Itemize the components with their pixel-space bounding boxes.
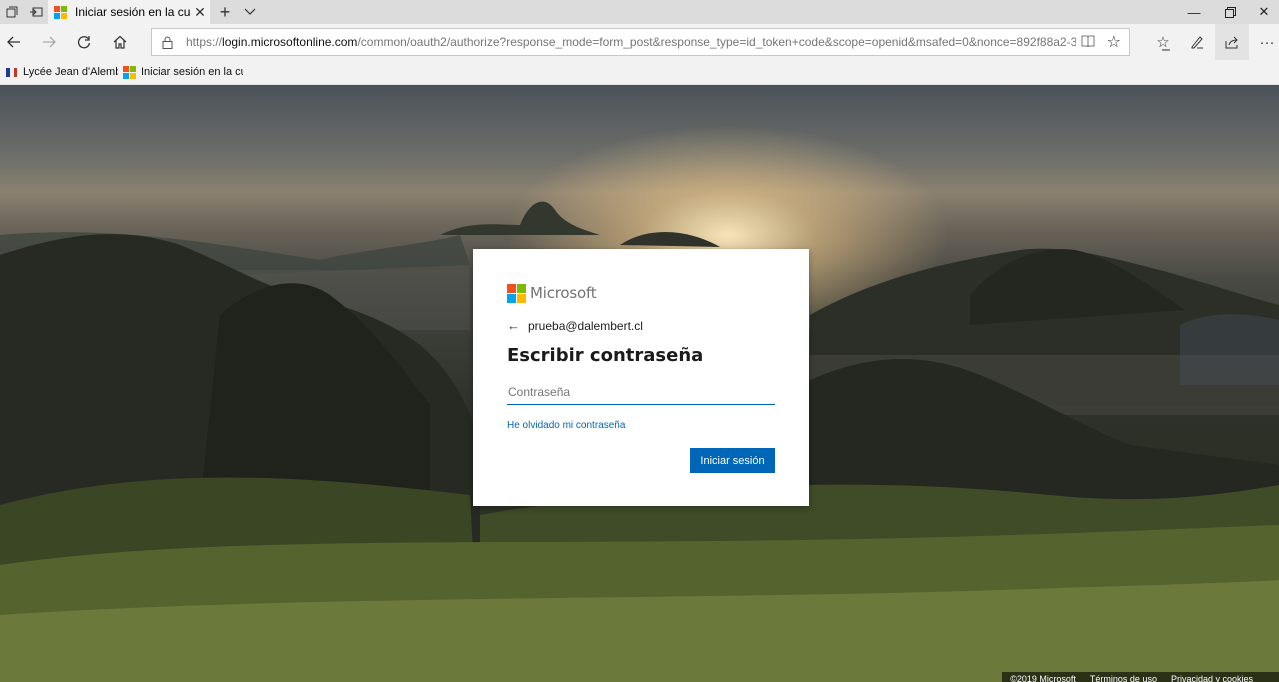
arrow-left-icon bbox=[7, 36, 20, 48]
login-card: Microsoft ← prueba@dalembert.cl Escribir… bbox=[473, 249, 809, 506]
reading-view-icon[interactable] bbox=[1081, 35, 1095, 50]
footer-privacy-link[interactable]: Privacidad y cookies bbox=[1171, 672, 1253, 682]
restore-button[interactable] bbox=[1212, 0, 1248, 24]
chevron-down-icon bbox=[244, 8, 256, 15]
favorite-label: Lycée Jean d'Alember bbox=[23, 66, 118, 78]
favorites-bar: Lycée Jean d'Alember Iniciar sesión en l… bbox=[0, 60, 1279, 85]
flag-icon bbox=[5, 66, 18, 79]
forgot-password-link[interactable]: He olvidado mi contraseña bbox=[507, 420, 775, 431]
footer-terms-link[interactable]: Términos de uso bbox=[1090, 672, 1157, 682]
close-window-button[interactable]: ✕ bbox=[1246, 0, 1279, 24]
identity-banner[interactable]: ← prueba@dalembert.cl bbox=[507, 318, 775, 333]
plus-icon: + bbox=[219, 1, 231, 22]
pen-icon bbox=[1191, 36, 1203, 49]
identity-email: prueba@dalembert.cl bbox=[528, 318, 643, 333]
tab-title: Iniciar sesión en la cuen bbox=[75, 5, 190, 19]
url-path: /common/oauth2/authorize?response_mode=f… bbox=[357, 35, 1076, 49]
microsoft-logo-icon bbox=[54, 5, 67, 19]
url-scheme: https:// bbox=[186, 35, 223, 49]
microsoft-logo-icon bbox=[507, 283, 526, 303]
microsoft-logo: Microsoft bbox=[507, 283, 775, 303]
notes-button[interactable] bbox=[1183, 30, 1211, 54]
footer-copyright: ©2019 Microsoft bbox=[1010, 674, 1076, 682]
new-tab-button[interactable]: + bbox=[212, 0, 238, 24]
set-tabs-aside-button[interactable] bbox=[24, 0, 48, 24]
minimize-button[interactable]: — bbox=[1176, 0, 1212, 24]
url-host: login.microsoftonline.com bbox=[222, 35, 358, 49]
close-icon: ✕ bbox=[1258, 4, 1270, 19]
brand-name: Microsoft bbox=[530, 284, 597, 302]
sign-in-button[interactable]: Iniciar sesión bbox=[690, 448, 775, 473]
password-input[interactable] bbox=[507, 379, 775, 405]
arrow-left-icon[interactable]: ← bbox=[507, 318, 520, 333]
tab-close-icon[interactable]: ✕ bbox=[190, 4, 210, 21]
share-icon bbox=[1225, 36, 1238, 48]
address-bar[interactable]: https://login.microsoftonline.com/common… bbox=[151, 28, 1130, 56]
forward-button[interactable] bbox=[37, 30, 61, 54]
back-button[interactable] bbox=[2, 30, 26, 54]
more-menu-button[interactable]: ··· bbox=[1253, 30, 1279, 54]
tab-preview-button[interactable] bbox=[0, 0, 24, 24]
tabs-aside-icon bbox=[6, 6, 18, 18]
favorites-hub-button[interactable]: ☆̲ bbox=[1149, 30, 1177, 54]
page-title: Escribir contraseña bbox=[507, 345, 704, 366]
favorites-list-icon: ☆̲ bbox=[1156, 34, 1170, 51]
arrow-right-icon bbox=[43, 36, 56, 48]
login-page: Microsoft ← prueba@dalembert.cl Escribir… bbox=[0, 85, 1279, 682]
share-button[interactable] bbox=[1218, 30, 1246, 54]
home-button[interactable] bbox=[108, 30, 132, 54]
favorite-item-signin[interactable]: Iniciar sesión en la cu bbox=[118, 60, 243, 85]
minimize-icon: — bbox=[1187, 4, 1201, 20]
page-footer: ©2019 Microsoft Términos de uso Privacid… bbox=[1002, 672, 1279, 682]
ellipsis-icon: ··· bbox=[1259, 33, 1275, 51]
home-icon bbox=[113, 35, 127, 49]
set-aside-icon bbox=[29, 7, 42, 17]
favorite-label: Iniciar sesión en la cu bbox=[141, 66, 243, 78]
lock-icon bbox=[162, 34, 176, 50]
restore-icon bbox=[1224, 6, 1236, 18]
tab-active[interactable]: Iniciar sesión en la cuen ✕ bbox=[48, 0, 210, 24]
refresh-button[interactable] bbox=[72, 30, 96, 54]
refresh-icon bbox=[77, 36, 91, 49]
url-text: https://login.microsoftonline.com/common… bbox=[186, 35, 1076, 49]
favorite-star-icon[interactable]: ☆ bbox=[1107, 32, 1121, 52]
microsoft-logo-icon bbox=[123, 65, 136, 79]
tab-menu-button[interactable] bbox=[238, 0, 262, 24]
favorite-item-lycee[interactable]: Lycée Jean d'Alember bbox=[0, 60, 118, 85]
